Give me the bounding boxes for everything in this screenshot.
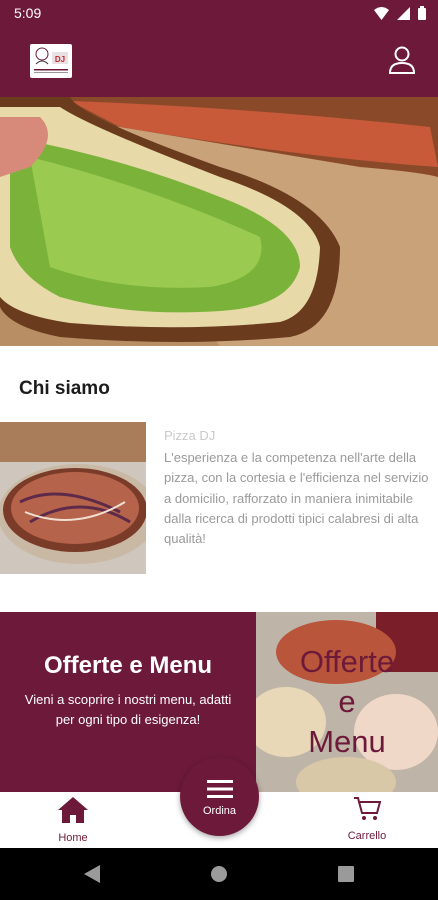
promo-image-text-2: e: [338, 684, 356, 719]
recents-icon[interactable]: [338, 866, 354, 882]
back-icon[interactable]: [84, 865, 100, 883]
nav-home[interactable]: Home: [48, 796, 98, 846]
cart-icon: [354, 797, 382, 820]
about-heading: Chi siamo: [19, 378, 110, 399]
order-button-label: Ordina: [202, 805, 237, 817]
logo-text: DJ: [55, 55, 65, 64]
about-pizza-image: [0, 422, 146, 574]
status-icons: [374, 6, 426, 20]
promo-image-caption: Offerte e Menu: [256, 642, 438, 762]
home-icon: [58, 797, 88, 823]
order-button[interactable]: Ordina: [180, 757, 259, 836]
promo-subtitle: Vieni a scoprire i nostri menu, adatti p…: [24, 692, 232, 727]
nav-cart[interactable]: Carrello: [340, 796, 394, 846]
promo-image[interactable]: Offerte e Menu: [256, 612, 438, 792]
wifi-icon: [374, 6, 389, 20]
promo-image-text-1: Offerte: [299, 644, 395, 679]
status-time: 5:09: [14, 5, 42, 21]
battery-icon: [418, 6, 426, 20]
app-bar: DJ: [0, 27, 438, 97]
promo-title: Offerte e Menu: [43, 652, 213, 679]
system-navigation-bar: [0, 848, 438, 900]
pizza-dj-logo[interactable]: DJ: [30, 44, 72, 78]
promo-image-text-3: Menu: [308, 724, 386, 759]
nav-cart-label: Carrello: [347, 830, 387, 842]
home-circle-icon[interactable]: [210, 865, 228, 883]
user-icon: [388, 46, 416, 74]
hero-pizza-image: [0, 97, 438, 346]
signal-icon: [397, 6, 410, 20]
nav-home-label: Home: [58, 832, 88, 844]
about-description: L'esperienza e la competenza nell'arte d…: [164, 450, 429, 547]
about-name: Pizza DJ: [164, 428, 216, 443]
account-button[interactable]: [388, 45, 416, 75]
status-bar: 5:09: [0, 0, 438, 27]
menu-icon: [206, 780, 233, 798]
